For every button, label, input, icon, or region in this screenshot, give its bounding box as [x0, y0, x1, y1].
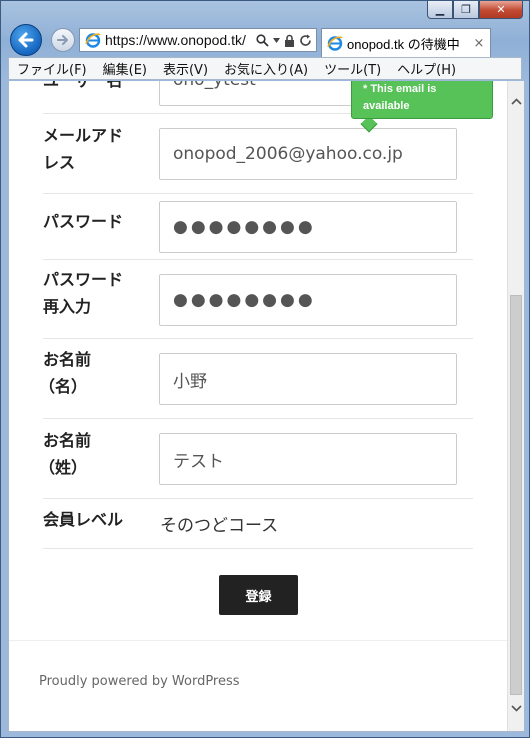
footer-divider	[9, 640, 508, 641]
last-name-value: テスト	[173, 451, 224, 472]
menu-bar: ファイル(F) 編集(E) 表示(V) お気に入り(A) ツール(T) ヘルプ(…	[8, 57, 522, 80]
arrow-left-icon	[18, 32, 34, 48]
password-confirm-label-line1: パスワード	[43, 270, 124, 289]
member-level-row: 会員レベル そのつどコース	[43, 499, 473, 549]
last-name-row: お名前 （姓） テスト	[39, 419, 473, 499]
password-confirm-label-line2: 再入力	[43, 297, 92, 316]
browser-window: ▁ ❐ ✕ https://www.onopod.tk/ onopod.tk の…	[0, 0, 530, 738]
email-value: onopod_2006@yahoo.co.jp	[173, 144, 403, 164]
email-row: メールアド レス onopod_2006@yahoo.co.jp	[43, 114, 473, 194]
first-name-label-line2: （名）	[39, 377, 88, 396]
search-icon[interactable]	[256, 33, 269, 47]
page-viewport: ユーザー名 ono_ytest メールアド レス onopod_2006@yah…	[8, 81, 524, 732]
menu-edit[interactable]: 編集(E)	[95, 59, 155, 78]
vertical-scrollbar[interactable]	[507, 81, 524, 731]
window-controls: ▁ ❐ ✕	[427, 1, 523, 19]
menu-view[interactable]: 表示(V)	[155, 59, 216, 78]
last-name-label-line2: （姓）	[39, 458, 88, 477]
restore-button[interactable]: ❐	[453, 1, 479, 19]
scrollbar-thumb[interactable]	[510, 295, 522, 695]
password-confirm-value: ●●●●●●●●	[173, 290, 316, 310]
dropdown-arrow-icon[interactable]	[273, 37, 280, 43]
member-level-value: そのつどコース	[160, 516, 279, 536]
last-name-label-line1: お名前	[43, 431, 92, 450]
forward-button[interactable]	[51, 28, 75, 52]
password-confirm-field[interactable]: ●●●●●●●●	[159, 274, 457, 326]
register-button[interactable]: 登録	[219, 575, 298, 615]
lock-icon[interactable]	[284, 34, 295, 47]
tooltip-line1: * This email is	[363, 83, 437, 95]
arrow-right-icon	[57, 35, 68, 45]
password-field[interactable]: ●●●●●●●●	[159, 201, 457, 253]
back-button[interactable]	[10, 24, 42, 56]
email-field[interactable]: onopod_2006@yahoo.co.jp	[159, 128, 457, 180]
ie-logo-icon	[327, 36, 343, 51]
tab-close-icon[interactable]: ×	[472, 36, 486, 51]
password-value: ●●●●●●●●	[173, 217, 316, 237]
password-row: パスワード ●●●●●●●●	[43, 194, 473, 260]
address-tools	[256, 33, 316, 47]
password-label: パスワード	[43, 212, 124, 231]
registration-page: ユーザー名 ono_ytest メールアド レス onopod_2006@yah…	[9, 81, 508, 731]
browser-tab[interactable]: onopod.tk の待機中 ×	[321, 28, 491, 57]
first-name-value: 小野	[173, 371, 207, 392]
tooltip-line2: available	[363, 100, 410, 112]
first-name-row: お名前 （名） 小野	[39, 339, 473, 419]
first-name-label-line1: お名前	[43, 350, 92, 369]
first-name-field[interactable]: 小野	[159, 353, 457, 405]
menu-favorites[interactable]: お気に入り(A)	[216, 59, 316, 78]
last-name-field[interactable]: テスト	[159, 433, 457, 485]
tab-title: onopod.tk の待機中	[347, 36, 460, 52]
menu-help[interactable]: ヘルプ(H)	[389, 59, 464, 78]
address-bar[interactable]: https://www.onopod.tk/	[79, 28, 317, 52]
close-window-button[interactable]: ✕	[479, 1, 523, 19]
password-confirm-row: パスワード 再入力 ●●●●●●●●	[43, 260, 473, 339]
menu-tools[interactable]: ツール(T)	[316, 59, 389, 78]
username-label: ユーザー名	[43, 81, 123, 94]
minimize-button[interactable]: ▁	[427, 1, 453, 19]
scroll-down-icon[interactable]	[508, 700, 524, 717]
navigation-bar: https://www.onopod.tk/ onopod.tk の待機中 ×	[1, 23, 529, 57]
menu-file[interactable]: ファイル(F)	[9, 59, 95, 78]
member-level-label: 会員レベル	[43, 510, 124, 529]
email-label-line2: レス	[43, 153, 76, 172]
title-bar: ▁ ❐ ✕	[1, 1, 529, 23]
scroll-up-icon[interactable]	[508, 93, 524, 110]
refresh-icon[interactable]	[299, 34, 312, 47]
ie-logo-icon	[85, 33, 101, 48]
email-available-tooltip: * This email is available	[351, 81, 493, 119]
email-label-line1: メールアド	[43, 126, 124, 145]
username-value: ono_ytest	[173, 81, 256, 90]
url-text[interactable]: https://www.onopod.tk/	[105, 32, 256, 48]
footer-credit[interactable]: Proudly powered by WordPress	[39, 674, 240, 689]
